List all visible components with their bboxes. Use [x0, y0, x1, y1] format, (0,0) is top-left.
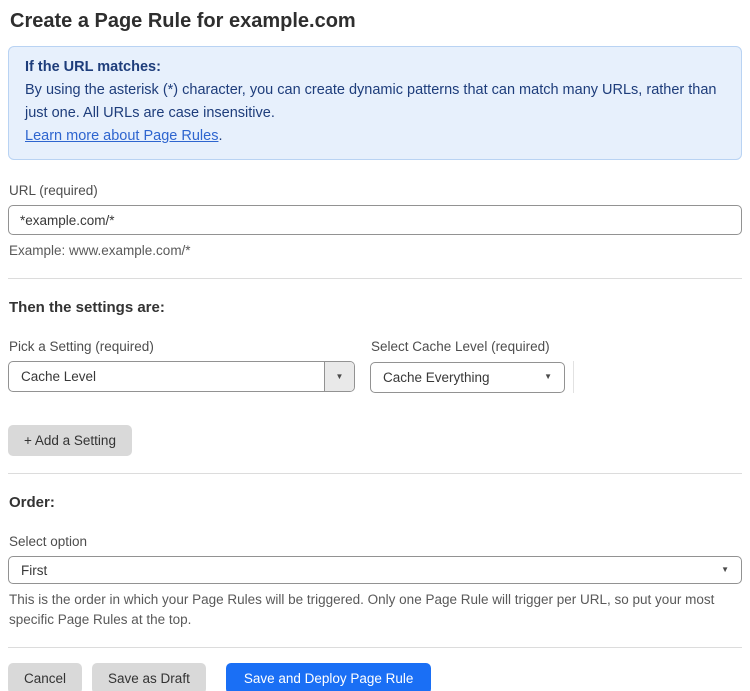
url-match-info-box: If the URL matches: By using the asteris… — [8, 46, 742, 160]
order-label: Select option — [9, 534, 88, 549]
section-divider — [8, 278, 742, 279]
url-helper-text: Example: www.example.com/* — [9, 243, 191, 258]
info-box-link-line: Learn more about Page Rules. — [25, 125, 725, 148]
cache-level-row: Cache Everything ▼ — [370, 361, 742, 393]
chevron-down-icon: ▼ — [721, 565, 729, 574]
settings-heading: Then the settings are: — [9, 299, 165, 316]
order-select[interactable]: First ▼ — [8, 556, 742, 584]
setting-picker-label: Pick a Setting (required) — [9, 339, 154, 354]
section-divider — [8, 473, 742, 474]
chevron-down-icon: ▼ — [544, 372, 552, 381]
cache-level-value: Cache Everything — [383, 369, 490, 385]
save-deploy-button[interactable]: Save and Deploy Page Rule — [225, 663, 432, 691]
cache-level-select[interactable]: Cache Everything ▼ — [370, 361, 565, 393]
info-box-body: By using the asterisk (*) character, you… — [25, 82, 717, 121]
cache-level-label: Select Cache Level (required) — [371, 339, 550, 354]
cancel-button[interactable]: Cancel — [8, 663, 83, 691]
info-box-heading: If the URL matches: — [25, 59, 161, 75]
add-setting-button[interactable]: + Add a Setting — [8, 425, 132, 456]
setting-picker-column: Pick a Setting (required) Cache Level ▼ — [8, 316, 355, 393]
url-label: URL (required) — [9, 183, 98, 198]
save-draft-button[interactable]: Save as Draft — [92, 663, 206, 691]
order-helper-text: This is the order in which your Page Rul… — [9, 592, 715, 627]
url-input[interactable] — [8, 205, 742, 235]
chevron-down-icon: ▼ — [324, 362, 354, 391]
order-select-value: First — [21, 562, 48, 578]
order-heading: Order: — [9, 494, 55, 511]
setting-picker-value: Cache Level — [21, 369, 97, 384]
page-title: Create a Page Rule for example.com — [10, 10, 356, 32]
learn-more-link[interactable]: Learn more about Page Rules — [25, 128, 218, 144]
link-suffix-text: . — [218, 128, 223, 144]
footer-actions: Cancel Save as Draft Save and Deploy Pag… — [8, 663, 742, 691]
setting-picker-select[interactable]: Cache Level ▼ — [8, 361, 355, 392]
cache-level-column: Select Cache Level (required) Cache Ever… — [370, 316, 742, 393]
section-divider — [8, 647, 742, 648]
settings-row: Pick a Setting (required) Cache Level ▼ … — [8, 316, 742, 393]
setting-group-divider — [573, 361, 574, 393]
create-page-rule-form: Create a Page Rule for example.com If th… — [0, 0, 750, 691]
